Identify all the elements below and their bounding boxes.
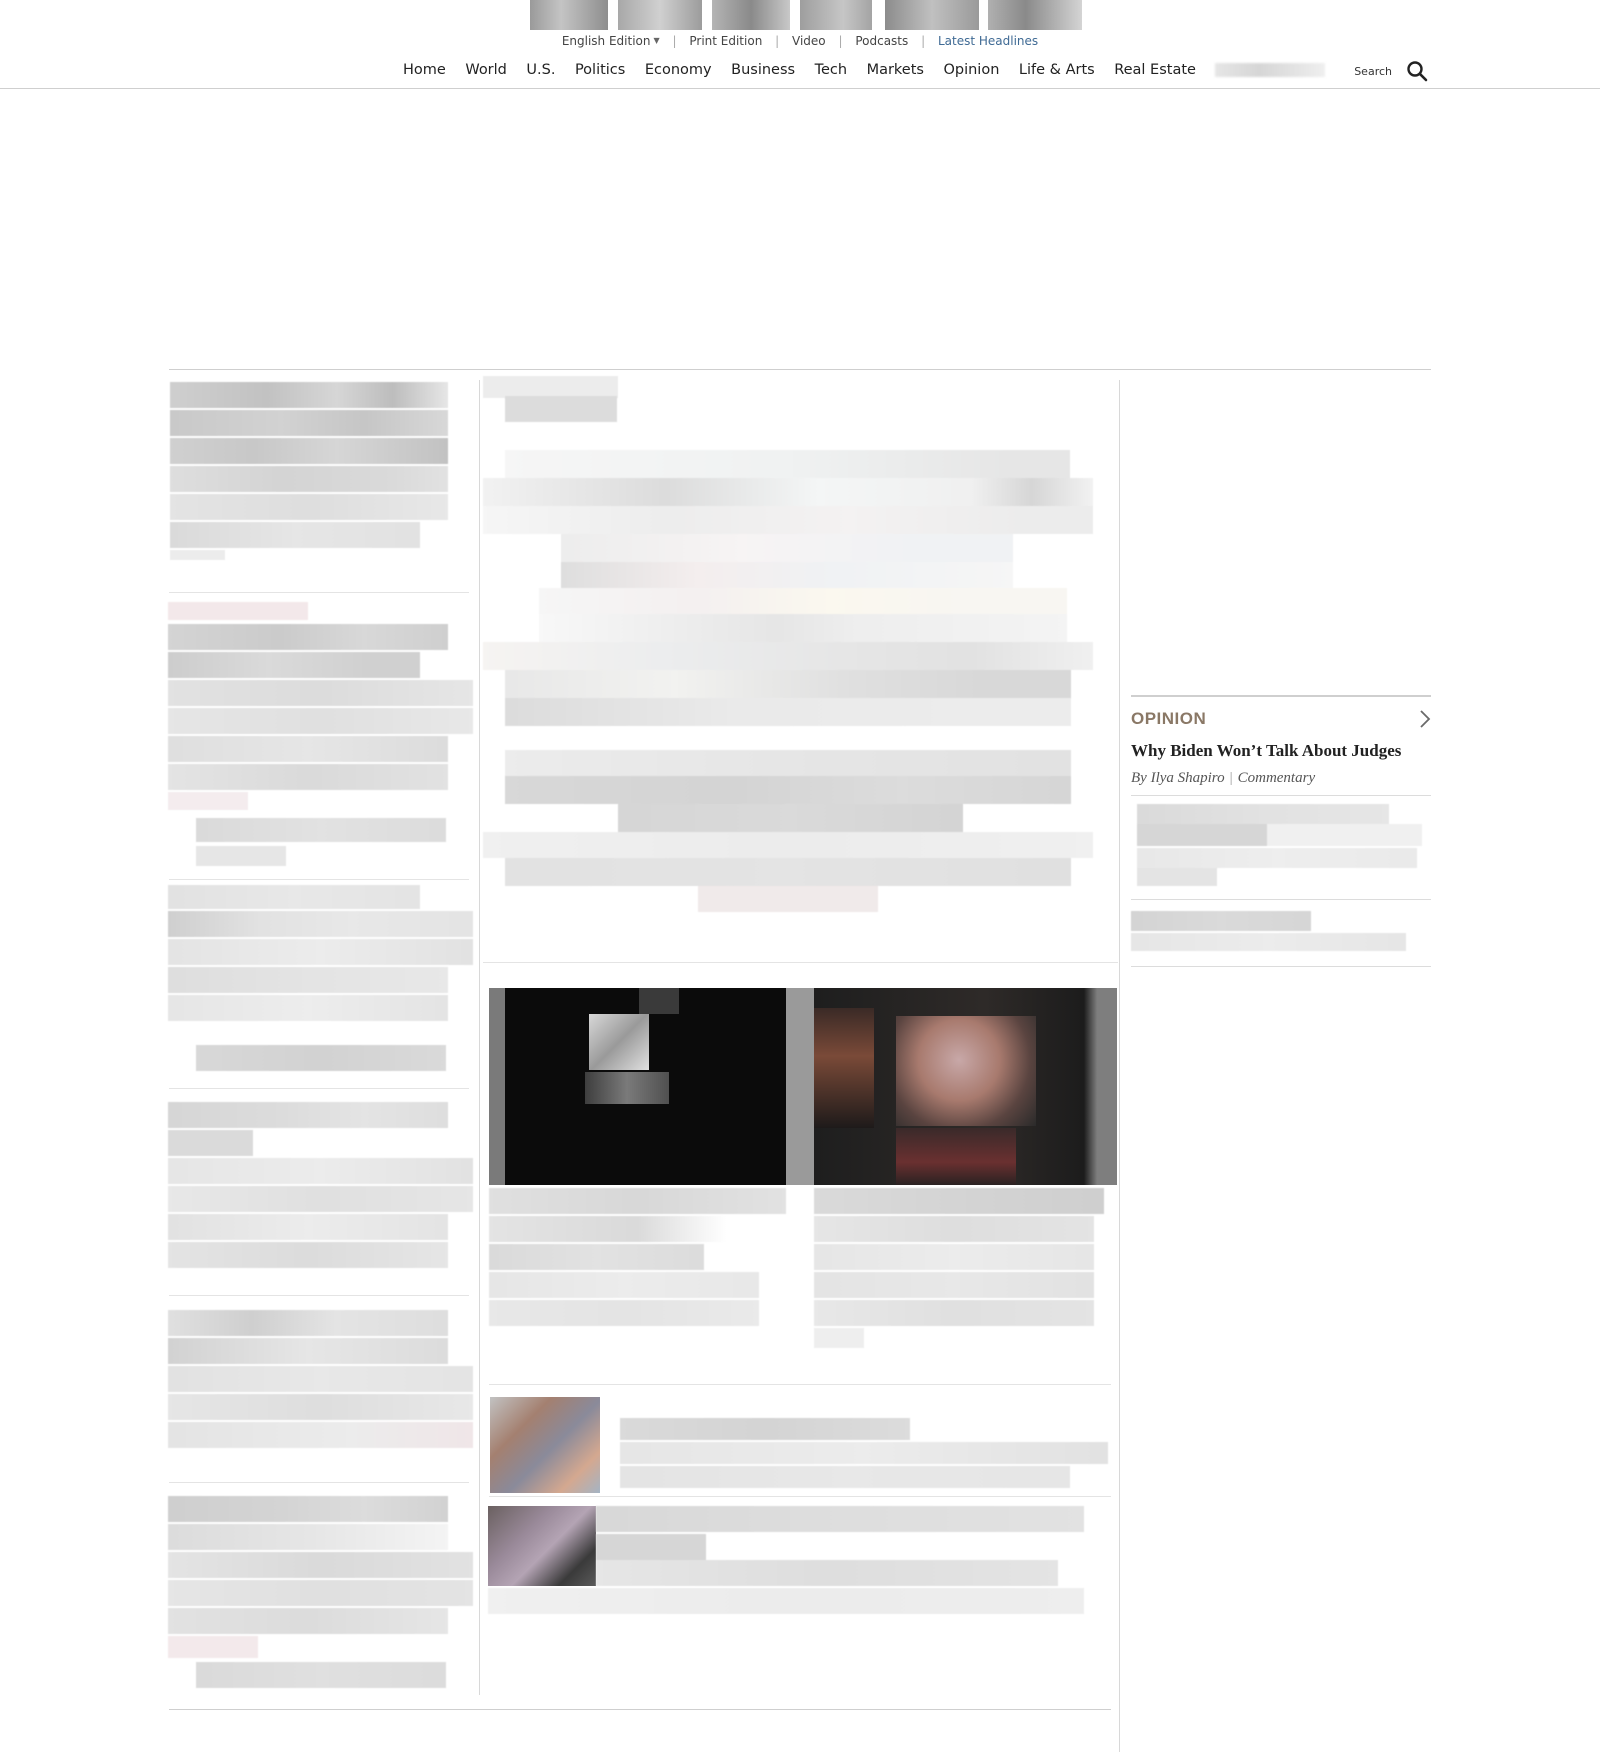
story-divider	[1131, 795, 1431, 796]
column-divider	[1119, 380, 1120, 1752]
nav-item-markets[interactable]: Markets	[867, 62, 924, 78]
masthead-logo[interactable]	[530, 0, 1082, 30]
nav-item-business[interactable]: Business	[731, 62, 795, 78]
nav-item-obscured[interactable]	[1215, 63, 1326, 77]
story-image-right[interactable]	[786, 988, 1117, 1185]
opinion-headline[interactable]: Why Biden Won’t Talk About Judges	[1131, 741, 1431, 761]
podcasts-link[interactable]: Podcasts	[855, 34, 908, 48]
left-story-4[interactable]	[168, 1102, 473, 1292]
opinion-byline: By Ilya Shapiro | Commentary	[1131, 770, 1431, 787]
video-link[interactable]: Video	[792, 34, 826, 48]
opinion-story-3[interactable]	[1131, 911, 1426, 955]
nav-item-opinion[interactable]: Opinion	[943, 62, 999, 78]
small-story-thumbnail[interactable]	[490, 1397, 600, 1493]
small-story-thumbnail[interactable]	[488, 1506, 596, 1586]
opinion-top-rule	[1131, 695, 1431, 697]
separator: |	[672, 33, 677, 48]
nav-item-us[interactable]: U.S.	[526, 62, 555, 78]
image-story-left-text[interactable]	[489, 1188, 786, 1358]
edition-selector[interactable]: English Edition ▼	[562, 33, 660, 48]
story-divider	[169, 1088, 469, 1089]
byline-author: By Ilya Shapiro	[1131, 770, 1225, 786]
nav-item-tech[interactable]: Tech	[815, 62, 847, 78]
search-label: Search	[1354, 64, 1392, 78]
story-divider	[169, 592, 469, 593]
left-story-6[interactable]	[168, 1496, 473, 1696]
header-divider	[0, 88, 1600, 89]
small-story-text[interactable]	[620, 1418, 1110, 1488]
story-divider	[1131, 899, 1431, 900]
story-divider	[489, 1496, 1111, 1497]
story-divider	[169, 1295, 469, 1296]
nav-item-politics[interactable]: Politics	[575, 62, 625, 78]
story-divider	[169, 879, 469, 880]
story-divider	[169, 1482, 469, 1483]
separator: |	[921, 33, 926, 48]
nav-item-world[interactable]: World	[465, 62, 507, 78]
separator: |	[1229, 770, 1233, 786]
left-story-2[interactable]	[168, 602, 473, 870]
nav-item-real-estate[interactable]: Real Estate	[1114, 62, 1196, 78]
edition-bar: English Edition ▼ | Print Edition | Video…	[0, 33, 1600, 48]
print-edition-link[interactable]: Print Edition	[689, 34, 762, 48]
content-bottom-divider	[169, 1709, 1111, 1710]
nav-item-home[interactable]: Home	[403, 62, 446, 78]
left-story-3[interactable]	[168, 885, 473, 1075]
nav-item-life-arts[interactable]: Life & Arts	[1019, 62, 1095, 78]
opinion-story-2[interactable]	[1131, 804, 1426, 886]
main-nav: Home World U.S. Politics Economy Busines…	[0, 60, 1600, 90]
left-story-5[interactable]	[168, 1310, 473, 1470]
nav-items: Home World U.S. Politics Economy Busines…	[403, 62, 1326, 78]
story-divider	[1131, 966, 1431, 967]
opinion-module: OPINION Why Biden Won’t Talk About Judge…	[1131, 695, 1431, 787]
lead-story[interactable]	[483, 376, 1093, 961]
opinion-section-label: OPINION	[1131, 709, 1207, 728]
search-icon	[1407, 61, 1428, 82]
ad-slot	[169, 92, 1431, 364]
latest-headlines-link[interactable]: Latest Headlines	[938, 34, 1038, 48]
story-image-left[interactable]	[489, 988, 786, 1185]
ad-slot-right	[1131, 380, 1431, 690]
separator: |	[838, 33, 843, 48]
separator: |	[775, 33, 780, 48]
opinion-header[interactable]: OPINION	[1131, 709, 1431, 729]
story-divider	[483, 962, 1118, 963]
left-story-1[interactable]	[170, 382, 450, 578]
column-divider	[479, 380, 480, 1695]
caret-down-icon: ▼	[653, 36, 660, 46]
search-button[interactable]: Search	[1354, 60, 1428, 82]
small-story-text[interactable]	[488, 1506, 1086, 1616]
image-story-right-text[interactable]	[814, 1188, 1117, 1378]
chevron-right-icon[interactable]	[1419, 709, 1431, 729]
edition-label: English Edition	[561, 33, 651, 48]
nav-item-economy[interactable]: Economy	[645, 62, 712, 78]
story-divider	[489, 1384, 1111, 1385]
content-top-divider	[169, 369, 1431, 370]
byline-type: Commentary	[1237, 770, 1316, 786]
